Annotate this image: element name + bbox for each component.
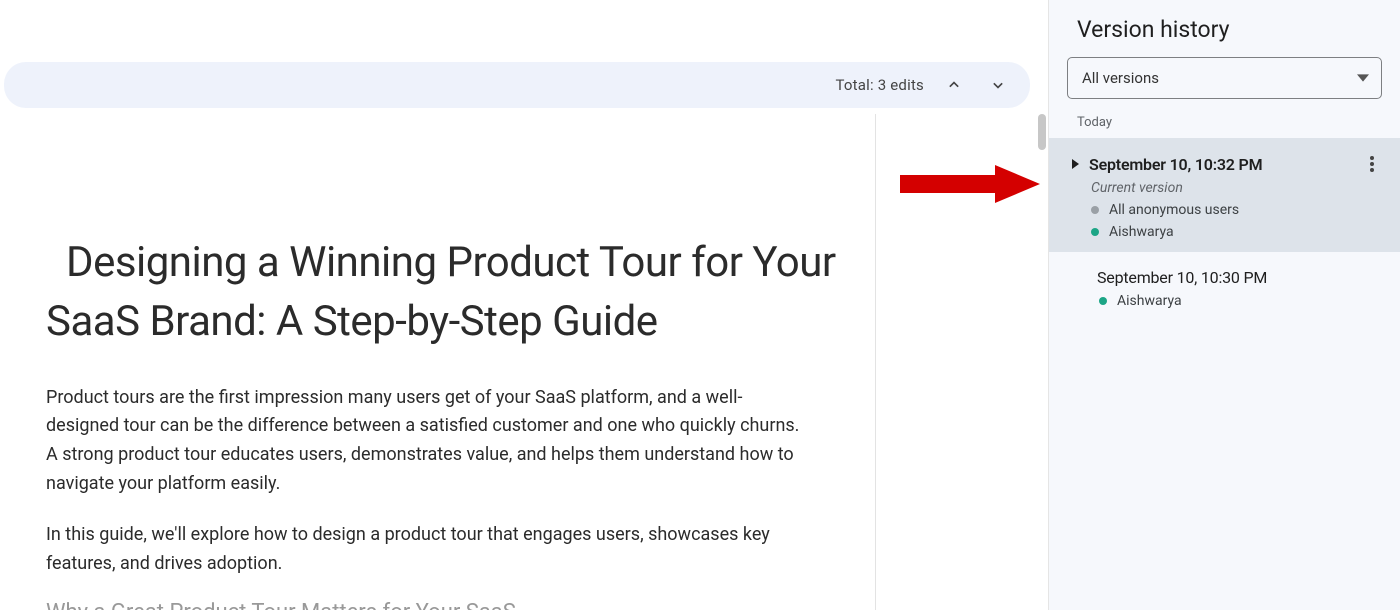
contributor-label: Aishwarya bbox=[1109, 224, 1174, 240]
version-item[interactable]: September 10, 10:30 PM Aishwarya bbox=[1049, 252, 1400, 321]
contributor-dot bbox=[1091, 206, 1099, 214]
version-history-panel: Version history All versions Today Septe… bbox=[1048, 0, 1400, 610]
document-page: Designing a Winning Product Tour for You… bbox=[0, 114, 1048, 610]
version-timestamp: September 10, 10:32 PM bbox=[1089, 155, 1262, 174]
document-paragraph: In this guide, we'll explore how to desi… bbox=[46, 521, 806, 579]
expand-triangle-icon[interactable] bbox=[1069, 158, 1081, 170]
version-filter-dropdown[interactable]: All versions bbox=[1067, 57, 1382, 99]
version-group-label: Today bbox=[1049, 111, 1400, 138]
document-heading-struck: Why a Great Product Tour Matters for You… bbox=[46, 600, 888, 610]
version-contributor: Aishwarya bbox=[1099, 293, 1386, 309]
filter-label: All versions bbox=[1082, 69, 1159, 87]
contributor-dot bbox=[1099, 297, 1107, 305]
version-more-button[interactable] bbox=[1358, 150, 1386, 178]
top-spacer bbox=[0, 0, 1048, 62]
version-contributor: All anonymous users bbox=[1091, 202, 1386, 218]
version-contributor: Aishwarya bbox=[1091, 224, 1386, 240]
panel-title: Version history bbox=[1049, 10, 1400, 57]
contributor-label: Aishwarya bbox=[1117, 293, 1182, 309]
edits-toolbar: Total: 3 edits bbox=[4, 62, 1030, 108]
chevron-up-icon bbox=[944, 75, 964, 95]
total-edits-label: Total: 3 edits bbox=[835, 76, 924, 94]
chevron-down-icon bbox=[988, 75, 1008, 95]
caret-down-icon bbox=[1357, 72, 1369, 84]
version-subtitle: Current version bbox=[1091, 180, 1386, 196]
main-area: Total: 3 edits Designing a Winning Produ… bbox=[0, 0, 1048, 610]
version-timestamp: September 10, 10:30 PM bbox=[1097, 268, 1267, 287]
document-paragraph: Product tours are the first impression m… bbox=[46, 384, 806, 499]
indent-spacer bbox=[1069, 272, 1089, 284]
version-item-selected[interactable]: September 10, 10:32 PM Current version A… bbox=[1049, 138, 1400, 252]
next-edit-button[interactable] bbox=[984, 71, 1012, 99]
document-title: Designing a Winning Product Tour for You… bbox=[46, 234, 888, 352]
more-vertical-icon bbox=[1370, 156, 1374, 172]
contributor-dot bbox=[1091, 228, 1099, 236]
document-viewport[interactable]: Designing a Winning Product Tour for You… bbox=[0, 114, 1048, 610]
prev-edit-button[interactable] bbox=[940, 71, 968, 99]
contributor-label: All anonymous users bbox=[1109, 202, 1239, 218]
